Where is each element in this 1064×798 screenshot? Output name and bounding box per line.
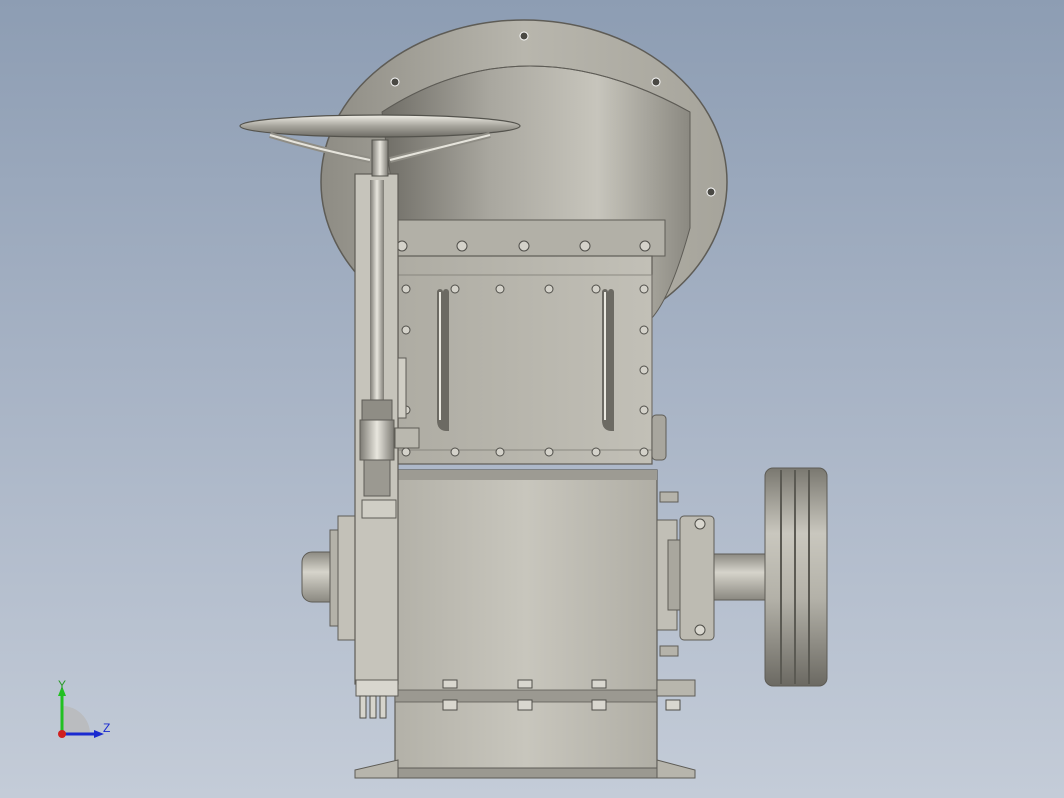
crusher-model[interactable] bbox=[0, 0, 1064, 798]
gate-box bbox=[397, 255, 667, 465]
left-bearing-housing bbox=[301, 515, 359, 641]
cad-viewport[interactable]: Y Z bbox=[0, 0, 1064, 798]
orientation-triad: Y Z bbox=[48, 676, 118, 746]
y-axis-label: Y bbox=[58, 678, 67, 692]
gate-box-top-flange bbox=[394, 219, 666, 257]
z-axis-label: Z bbox=[103, 721, 111, 735]
v-belt-pulley bbox=[764, 467, 828, 687]
right-bearing-housing bbox=[656, 491, 715, 657]
crusher-housing bbox=[394, 469, 696, 771]
drive-shaft bbox=[713, 553, 770, 601]
